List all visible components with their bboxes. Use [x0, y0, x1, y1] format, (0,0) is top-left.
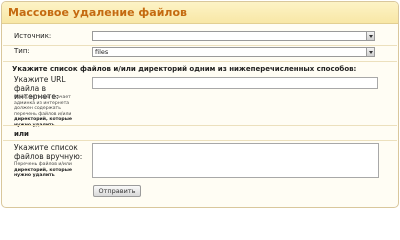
manual-hint-text: Перечень файлов и/или — [14, 162, 72, 167]
divider — [3, 125, 397, 126]
chevron-down-icon[interactable] — [366, 48, 374, 56]
panel-header: Массовое удаление файлов — [2, 2, 398, 24]
manual-textarea[interactable] — [92, 143, 379, 178]
chevron-down-icon[interactable] — [366, 32, 374, 40]
source-select[interactable] — [92, 31, 375, 41]
manual-hint-bold: директорий, которые нужно удалить — [14, 167, 72, 179]
source-label: Источник: — [14, 32, 52, 40]
or-label: или — [14, 130, 29, 138]
url-input[interactable] — [92, 77, 378, 89]
type-label: Тип: — [14, 47, 30, 55]
url-hint: Файл, который скачает админка из интерне… — [14, 95, 84, 129]
submit-button[interactable]: Отправить — [93, 185, 141, 197]
type-select[interactable]: files — [92, 47, 375, 57]
panel-title: Массовое удаление файлов — [8, 6, 187, 19]
manual-label: Укажите список файлов вручную: — [14, 143, 83, 161]
mass-delete-panel: Массовое удаление файлов Источник: Тип: … — [1, 1, 399, 208]
url-hint-bold: директорий, которые нужно удалить — [14, 117, 72, 128]
instruction-text: Укажите список файлов и/или директорий о… — [12, 65, 357, 73]
type-select-value: files — [95, 48, 109, 56]
divider — [3, 61, 397, 62]
manual-hint: Перечень файлов и/или директорий, которы… — [14, 162, 84, 179]
divider — [3, 140, 397, 141]
url-hint-text: Файл, который скачает админка из интерне… — [14, 95, 72, 117]
divider — [3, 45, 397, 46]
